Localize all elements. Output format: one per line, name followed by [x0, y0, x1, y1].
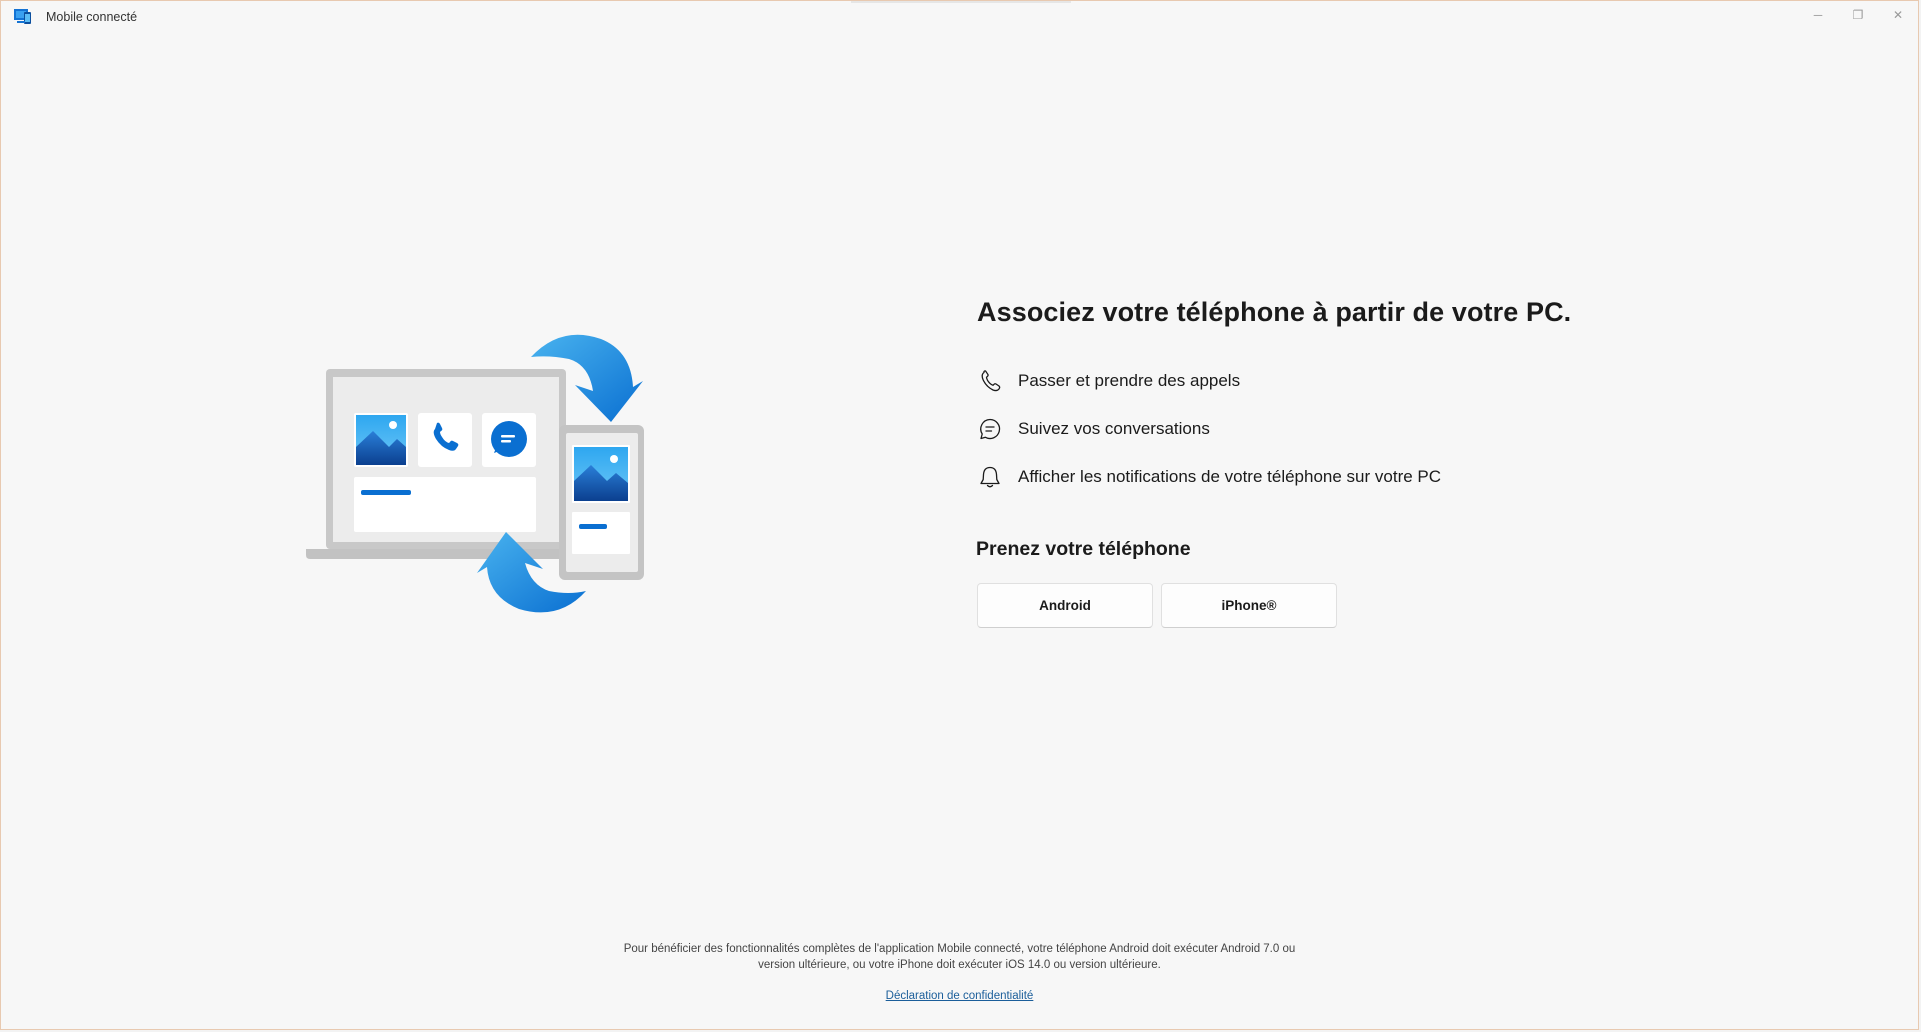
page-title: Associez votre téléphone à partir de vot…	[977, 297, 1572, 327]
feature-label-notifications: Afficher les notifications de votre télé…	[1018, 467, 1442, 486]
chat-icon	[977, 416, 1003, 442]
minimize-icon: ─	[1813, 8, 1823, 22]
feature-conversations: Suivez vos conversations	[977, 416, 1677, 442]
call-card	[418, 413, 472, 467]
phone-choice-buttons: Android iPhone®	[977, 583, 1677, 628]
feature-label-conversations: Suivez vos conversations	[1018, 419, 1210, 438]
requirements-text-line2: version ultérieure, ou votre iPhone doit…	[758, 959, 1161, 971]
main-content: Associez votre téléphone à partir de vot…	[976, 297, 1677, 628]
maximize-button[interactable]: ❐	[1838, 1, 1878, 29]
iphone-button[interactable]: iPhone®	[1161, 583, 1337, 628]
minimize-button[interactable]: ─	[1798, 1, 1838, 29]
feature-label-calls: Passer et prendre des appels	[1018, 371, 1241, 390]
app-window: Mobile connecté ─ ❐ ✕ Associez votre tél…	[0, 0, 1919, 1030]
content-card	[354, 477, 536, 532]
phone-icon	[977, 368, 1003, 394]
maximize-icon: ❐	[1852, 8, 1864, 22]
window-controls: ─ ❐ ✕	[1798, 1, 1918, 29]
title-bar[interactable]: Mobile connecté ─ ❐ ✕	[1, 1, 1918, 33]
message-card	[482, 413, 536, 467]
close-icon: ✕	[1892, 8, 1904, 22]
feature-notifications: Afficher les notifications de votre télé…	[977, 464, 1677, 490]
feature-calls: Passer et prendre des appels	[977, 368, 1677, 394]
bell-icon	[977, 464, 1003, 490]
requirements-text-line1: Pour bénéficier des fonctionnalités comp…	[623, 943, 1296, 955]
close-button[interactable]: ✕	[1878, 1, 1918, 29]
footer: Pour bénéficier des fonctionnalités comp…	[1, 941, 1918, 1004]
phone-graphic	[559, 425, 644, 580]
photo-card	[354, 413, 408, 467]
android-button[interactable]: Android	[977, 583, 1153, 628]
app-logo-icon	[14, 9, 31, 24]
window-title: Mobile connecté	[46, 10, 138, 24]
phone-choice-heading: Prenez votre téléphone	[976, 538, 1191, 560]
privacy-statement-link[interactable]: Déclaration de confidentialité	[886, 988, 1034, 1004]
pc-phone-sync-illustration	[306, 334, 644, 613]
